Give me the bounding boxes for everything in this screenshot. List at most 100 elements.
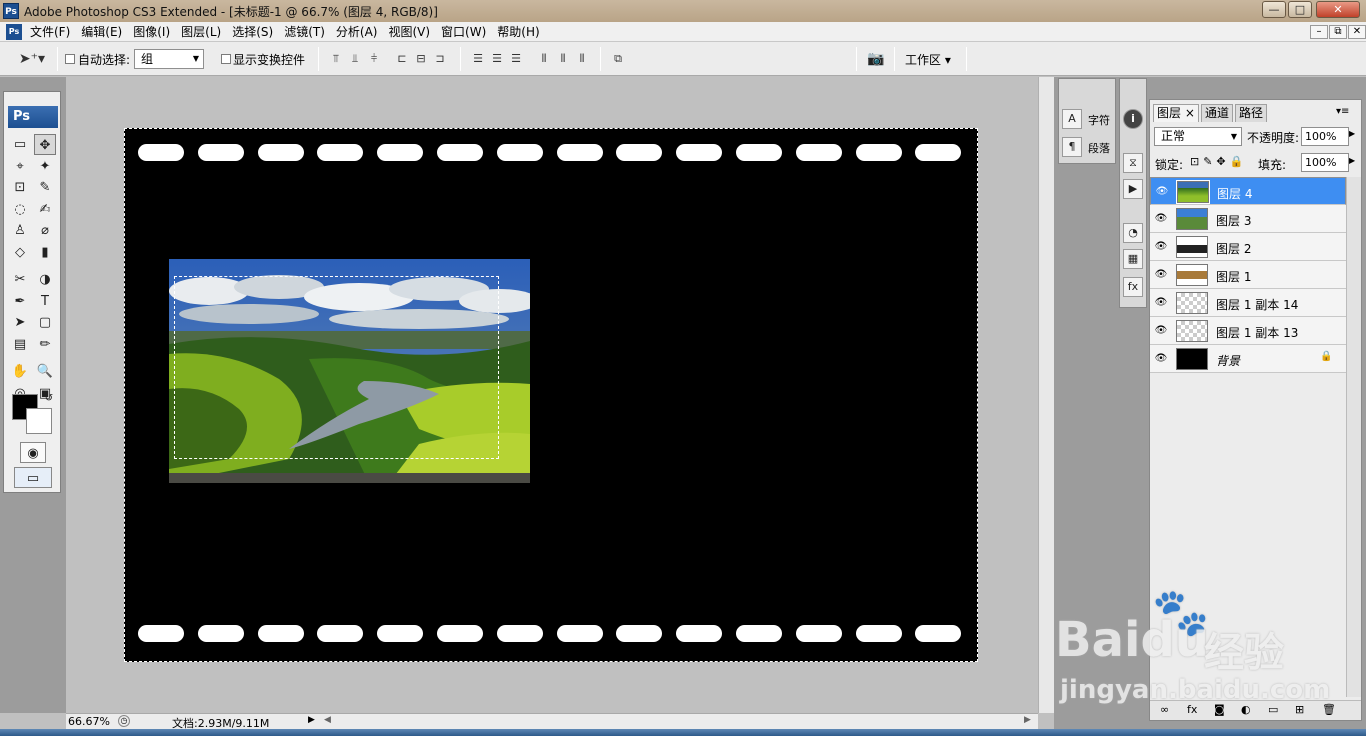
tool-icon-18[interactable]: ▤ (9, 334, 31, 355)
tool-icon-14[interactable]: ✒ (9, 291, 31, 312)
scroll-left-icon[interactable]: ◀ (324, 715, 331, 725)
file-browser-icon[interactable]: 📷 (864, 51, 888, 67)
history-panel-icon[interactable]: ⧖ (1123, 153, 1143, 173)
tool-icon-1[interactable]: ✥ (34, 134, 56, 155)
tab-channels[interactable]: 通道 (1201, 104, 1234, 122)
info-panel-icon[interactable]: i (1123, 109, 1143, 129)
eye-icon[interactable]: 👁 (1154, 297, 1168, 309)
menu-item-9[interactable]: 帮助(H) (497, 24, 545, 40)
tool-icon-7[interactable]: ✍ (34, 199, 56, 220)
opacity-arrow-icon[interactable]: ▶ (1349, 129, 1355, 138)
align-top-icon[interactable]: ⫪ (328, 51, 344, 67)
distribute-bottom-icon[interactable]: ☰ (508, 51, 524, 67)
align-bottom-icon[interactable]: ⫩ (366, 51, 382, 67)
tool-icon-19[interactable]: ✏ (34, 334, 56, 355)
tool-icon-21[interactable]: 🔍 (34, 361, 56, 382)
minimize-button[interactable]: — (1262, 1, 1286, 18)
paragraph-panel-label[interactable]: 段落 (1088, 140, 1110, 156)
tool-icon-6[interactable]: ◌ (9, 199, 31, 220)
layer-thumbnail[interactable] (1176, 236, 1208, 258)
swatches-panel-icon[interactable]: ▦ (1123, 249, 1143, 269)
scroll-right-icon[interactable]: ▶ (1024, 715, 1031, 725)
screen-mode-icon[interactable]: ▭ (14, 467, 52, 488)
layer-name[interactable]: 图层 1 副本 14 (1216, 296, 1298, 313)
layer-row[interactable]: 👁 图层 2 (1150, 233, 1346, 261)
layer-thumbnail[interactable] (1176, 264, 1208, 286)
layer-row[interactable]: 👁 图层 1 副本 14 (1150, 289, 1346, 317)
eye-icon[interactable]: 👁 (1154, 213, 1168, 225)
layer-name[interactable]: 背景 (1216, 352, 1240, 369)
fill-arrow-icon[interactable]: ▶ (1349, 156, 1355, 165)
close-button[interactable]: ✕ (1316, 1, 1360, 18)
close-icon[interactable]: × (1181, 106, 1195, 120)
menu-item-4[interactable]: 选择(S) (232, 24, 279, 40)
status-menu-arrow-icon[interactable]: ▶ (308, 715, 315, 725)
tool-icon-12[interactable]: ✂ (9, 269, 31, 290)
layer-name[interactable]: 图层 3 (1216, 212, 1251, 229)
tool-icon-4[interactable]: ⊡ (9, 177, 31, 198)
auto-select-dropdown[interactable]: 组 ▼ (134, 49, 204, 69)
tool-icon-10[interactable]: ◇ (9, 242, 31, 263)
background-color-swatch[interactable] (26, 408, 52, 434)
layers-scrollbar[interactable] (1346, 177, 1361, 697)
align-right-icon[interactable]: ⊐ (432, 51, 448, 67)
fill-input[interactable]: 100% (1301, 153, 1349, 172)
menu-item-8[interactable]: 窗口(W) (441, 24, 492, 40)
distribute-left-icon[interactable]: ⦀ (536, 51, 552, 67)
tab-paths[interactable]: 路径 (1235, 104, 1268, 122)
styles-panel-icon[interactable]: fx (1123, 277, 1143, 297)
show-transform-checkbox[interactable] (221, 54, 231, 64)
menu-item-3[interactable]: 图层(L) (181, 24, 227, 40)
layer-thumbnail[interactable] (1176, 292, 1208, 314)
menu-item-5[interactable]: 滤镜(T) (284, 24, 331, 40)
opacity-input[interactable]: 100% (1301, 127, 1349, 146)
menu-item-6[interactable]: 分析(A) (336, 24, 384, 40)
auto-select-checkbox[interactable] (65, 54, 75, 64)
blend-mode-dropdown[interactable]: 正常 ▼ (1154, 127, 1242, 146)
layer-row[interactable]: 👁 图层 3 (1150, 205, 1346, 233)
layer-thumbnail[interactable] (1176, 320, 1208, 342)
eye-icon[interactable]: 👁 (1154, 353, 1168, 365)
menu-item-1[interactable]: 编辑(E) (81, 24, 128, 40)
document-icon[interactable]: Ps (6, 24, 22, 40)
align-hcenter-icon[interactable]: ⊟ (413, 51, 429, 67)
actions-panel-icon[interactable]: ▶ (1123, 179, 1143, 199)
eye-icon[interactable]: 👁 (1154, 325, 1168, 337)
layer-thumbnail[interactable] (1176, 208, 1208, 230)
tool-icon-13[interactable]: ◑ (34, 269, 56, 290)
move-tool-preset-icon[interactable]: ➤⁺▾ (14, 51, 50, 67)
eye-icon[interactable]: 👁 (1154, 269, 1168, 281)
tool-icon-9[interactable]: ⌀ (34, 220, 56, 241)
panel-menu-icon[interactable]: ▾≡ (1336, 106, 1349, 117)
status-info-icon[interactable]: ◷ (118, 715, 130, 727)
canvas-vertical-scrollbar[interactable] (1038, 77, 1054, 713)
tab-layers[interactable]: 图层 × (1153, 104, 1199, 122)
menu-item-7[interactable]: 视图(V) (388, 24, 436, 40)
layer-row[interactable]: 👁 图层 1 副本 13 (1150, 317, 1346, 345)
maximize-button[interactable]: □ (1288, 1, 1312, 18)
tool-icon-5[interactable]: ✎ (34, 177, 56, 198)
tool-icon-15[interactable]: T (34, 291, 56, 312)
distribute-top-icon[interactable]: ☰ (470, 51, 486, 67)
tool-icon-0[interactable]: ▭ (9, 134, 31, 155)
tool-icon-17[interactable]: ▢ (34, 312, 56, 333)
layer-name[interactable]: 图层 4 (1217, 185, 1252, 203)
eye-icon[interactable]: 👁 (1155, 186, 1169, 198)
align-left-icon[interactable]: ⊏ (394, 51, 410, 67)
tool-icon-2[interactable]: ⌖ (9, 156, 31, 177)
doc-close-button[interactable]: ✕ (1348, 25, 1366, 39)
paragraph-panel-icon[interactable]: ¶ (1062, 137, 1082, 157)
distribute-hcenter-icon[interactable]: ⦀ (555, 51, 571, 67)
layer-row[interactable]: 👁 背景 🔒 (1150, 345, 1346, 373)
menu-item-0[interactable]: 文件(F) (30, 24, 76, 40)
quick-mask-icon[interactable]: ◉ (20, 442, 46, 463)
swap-colors-icon[interactable]: ↺ (38, 388, 60, 409)
layer-name[interactable]: 图层 1 副本 13 (1216, 324, 1298, 341)
layer-row[interactable]: 👁 图层 4 (1150, 177, 1346, 205)
tool-icon-20[interactable]: ✋ (9, 361, 31, 382)
zoom-level[interactable]: 66.67% (68, 715, 110, 728)
color-panel-icon[interactable]: ◔ (1123, 223, 1143, 243)
distribute-vcenter-icon[interactable]: ☰ (489, 51, 505, 67)
menu-item-2[interactable]: 图像(I) (133, 24, 176, 40)
doc-minimize-button[interactable]: – (1310, 25, 1328, 39)
